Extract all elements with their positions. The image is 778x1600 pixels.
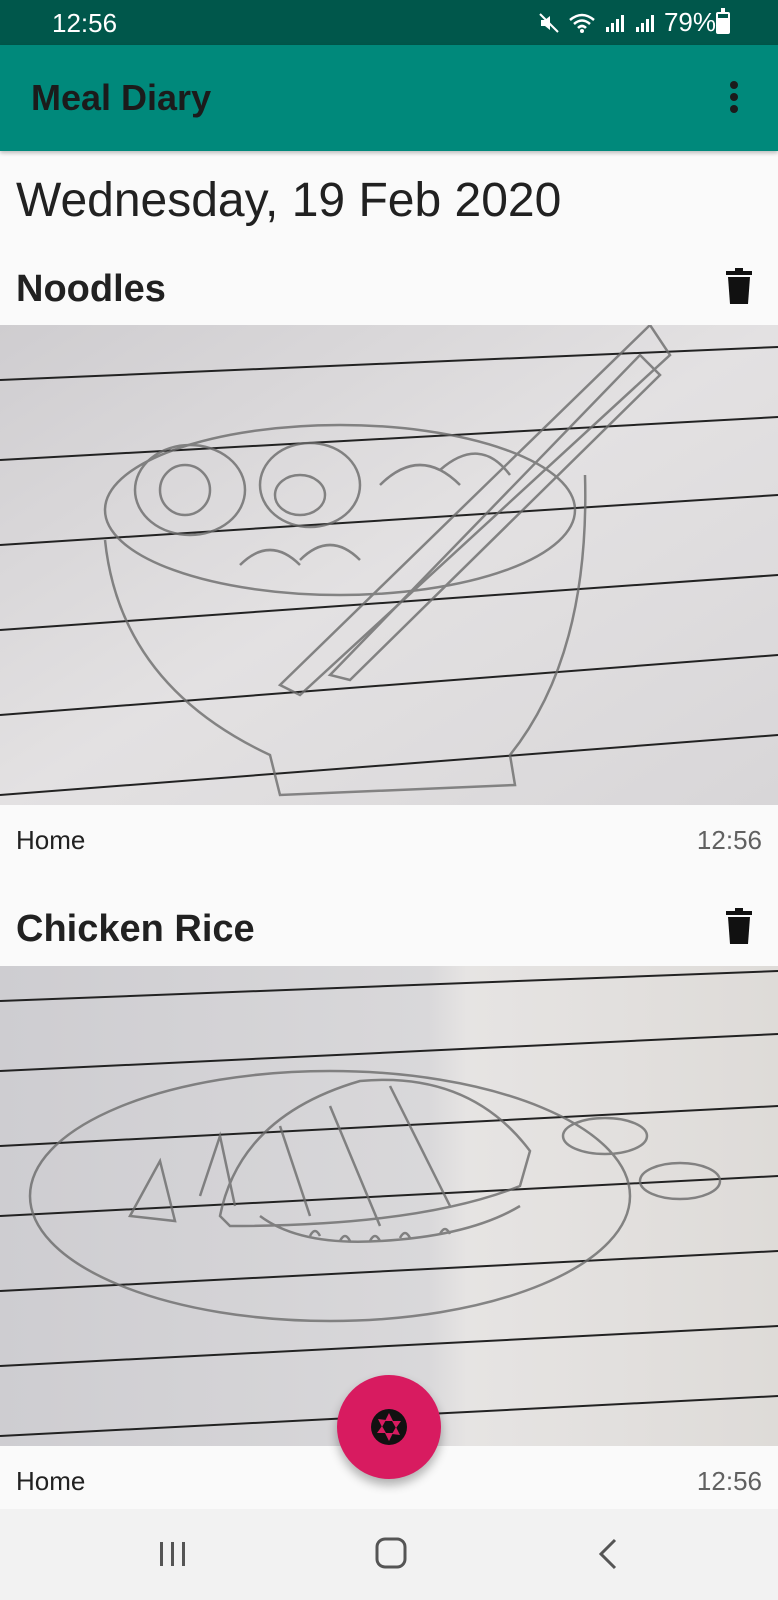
wifi-icon xyxy=(569,13,595,33)
meal-time: 12:56 xyxy=(696,825,762,855)
trash-icon[interactable] xyxy=(726,908,752,944)
meal-photo[interactable] xyxy=(0,966,778,1446)
more-options-button[interactable] xyxy=(724,77,744,117)
back-icon[interactable] xyxy=(597,1537,621,1571)
meal-title: Chicken Rice xyxy=(16,908,255,950)
camera-shutter-icon xyxy=(371,1409,407,1445)
battery-level xyxy=(718,17,728,32)
more-vert-icon xyxy=(730,81,738,89)
signal-icon xyxy=(635,14,654,32)
system-nav-bar xyxy=(0,1509,778,1600)
meal-location: Home xyxy=(16,1466,86,1496)
battery-percentage: 79% xyxy=(663,7,716,37)
meal-photo[interactable] xyxy=(0,325,778,805)
status-time: 12:56 xyxy=(52,8,118,38)
meal-list[interactable]: Wednesday, 19 Feb 2020 Noodles Home 12:5… xyxy=(0,151,778,1509)
mute-icon xyxy=(539,12,559,33)
app-bar: Meal Diary xyxy=(0,45,778,151)
status-icons: 79% xyxy=(538,7,716,38)
meal-time: 12:56 xyxy=(696,1466,762,1496)
recents-icon[interactable] xyxy=(158,1539,188,1569)
battery-icon xyxy=(716,8,730,34)
meal-card: Noodles Home 12:56 xyxy=(0,261,778,861)
meal-location: Home xyxy=(16,825,86,855)
camera-fab[interactable] xyxy=(337,1375,441,1479)
home-icon[interactable] xyxy=(374,1536,408,1570)
status-bar: 12:56 79% xyxy=(0,0,778,45)
date-header: Wednesday, 19 Feb 2020 xyxy=(16,174,562,227)
trash-icon[interactable] xyxy=(726,268,752,304)
noodle-bowl-sketch xyxy=(0,325,778,805)
signal-icon xyxy=(605,14,624,32)
app-title: Meal Diary xyxy=(31,77,212,118)
meal-title: Noodles xyxy=(16,268,166,310)
chicken-rice-plate-sketch xyxy=(0,966,778,1446)
